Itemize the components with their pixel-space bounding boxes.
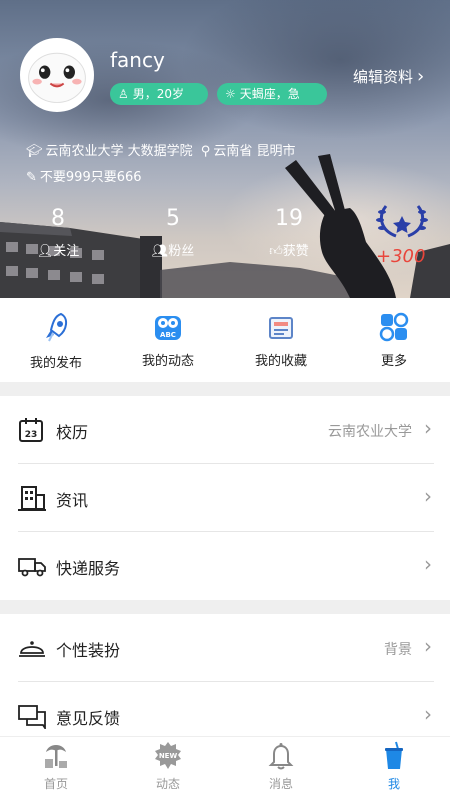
fans-label: 粉丝 [168,244,195,259]
stat-following[interactable]: 8 👤︎关注 [13,206,103,259]
building-icon [18,486,46,511]
edit-note-icon: ✎ [26,170,37,185]
likes-count: 19 [275,206,303,231]
graduation-cap-icon: 🎓︎ [26,144,43,159]
tab-messages[interactable]: 消息 [225,741,337,792]
chevron-right-icon: › [424,634,432,658]
badge-points: +300 [376,246,426,267]
chevron-right-icon: › [417,66,425,87]
menu-item-delivery-label: 快递服务 [56,559,121,578]
truck-icon [18,558,46,577]
zodiac-text: 天蝎座，急 [239,87,300,101]
school-text: 云南农业大学 大数据学院 [45,144,193,159]
edit-profile-button[interactable]: 编辑资料 › [353,66,424,87]
menu-item-theme-label: 个性装扮 [56,641,121,660]
quick-my-favorites[interactable]: 我的收藏 [225,312,337,369]
person-icon: ♙ [118,87,129,101]
avatar[interactable] [20,38,94,112]
new-badge-icon: NEW [155,742,181,769]
chat-icon [18,705,46,729]
bell-icon [268,743,294,770]
motto-text: 不要999只要666 [39,170,142,185]
svg-text:ABC: ABC [160,331,176,339]
people-icon: 👥︎ [151,244,169,259]
profile-header: fancy ♙ 男，20岁 ☼ 天蝎座，急 编辑资料 › 🎓︎ 云南农业大学 大数据学院… [0,0,450,298]
tab-messages-label: 消息 [268,777,293,791]
edit-profile-label: 编辑资料 [353,68,414,86]
following-label: 关注 [53,244,80,259]
avatar-face-icon [28,52,86,103]
gender-age-tag: ♙ 男，20岁 [110,83,208,105]
rocket-icon [46,312,67,342]
cloche-icon [19,641,45,657]
quick-my-activity[interactable]: ABC 我的动态 [112,312,224,369]
owl-abc-icon: ABC [155,316,181,340]
calendar-icon: 23 [19,418,43,442]
chevron-right-icon: › [424,552,432,576]
tab-home[interactable]: 首页 [0,741,112,792]
quick-more[interactable]: 更多 [338,312,450,369]
home-palm-icon [45,745,67,768]
quick-my-activity-label: 我的动态 [141,354,194,369]
following-count: 8 [51,206,65,231]
zodiac-tag: ☼ 天蝎座，急 [217,83,327,105]
quick-my-posts-label: 我的发布 [29,356,82,371]
cup-icon [385,741,403,769]
menu-item-theme-value: 背景 [384,642,412,658]
apps-icon [379,312,409,342]
tab-moments[interactable]: NEW 动态 [112,741,224,792]
likes-label: 获赞 [282,244,309,259]
menu-item-calendar-value: 云南农业大学 [328,424,412,440]
tab-me[interactable]: 我 [338,741,450,792]
menu-group-2: 个性装扮 背景 › 意见反馈 › [0,614,450,750]
menu-item-delivery[interactable]: 快递服务 › [18,532,434,600]
thumbs-up-icon: 👍︎ [269,244,283,259]
quick-more-label: 更多 [380,354,407,369]
tab-moments-label: 动态 [155,777,180,791]
menu-item-news-label: 资讯 [56,491,89,510]
box-icon [269,317,293,339]
tab-me-label: 我 [387,777,400,791]
location-pin-icon: ⚲ [200,144,211,159]
menu-group-1: 23 校历 云南农业大学 › 资讯 › 快递服务 › [0,396,450,600]
school-location-line: 🎓︎ 云南农业大学 大数据学院 ⚲ 云南省 昆明市 [26,140,295,159]
gender-age-text: 男，20岁 [132,87,185,101]
menu-item-theme[interactable]: 个性装扮 背景 › [18,614,434,682]
stat-fans[interactable]: 5 👥︎粉丝 [128,206,218,259]
svg-text:23: 23 [25,430,38,440]
quick-my-favorites-label: 我的收藏 [254,354,307,369]
bottom-tab-bar: 首页 NEW 动态 消息 我 [0,736,450,800]
svg-text:NEW: NEW [159,752,178,760]
menu-item-calendar-label: 校历 [56,423,89,442]
bulb-icon: ☼ [225,87,236,101]
chevron-right-icon: › [424,416,432,440]
chevron-right-icon: › [424,484,432,508]
quick-my-posts[interactable]: 我的发布 [0,312,112,371]
username: fancy [110,48,165,72]
menu-item-news[interactable]: 资讯 › [18,464,434,532]
menu-item-calendar[interactable]: 23 校历 云南农业大学 › [18,396,434,464]
tab-home-label: 首页 [43,777,68,791]
stat-likes[interactable]: 19 👍︎获赞 [244,206,334,259]
quick-actions: 我的发布 ABC 我的动态 我的收藏 更多 [0,298,450,382]
location-text: 云南省 昆明市 [213,144,296,159]
motto-line: ✎ 不要999只要666 [26,166,142,185]
chevron-right-icon: › [424,702,432,726]
menu-item-feedback-label: 意见反馈 [56,709,121,728]
fans-count: 5 [166,206,180,231]
laurel-badge-icon[interactable] [372,198,432,242]
person-add-icon: 👤︎ [36,244,54,259]
